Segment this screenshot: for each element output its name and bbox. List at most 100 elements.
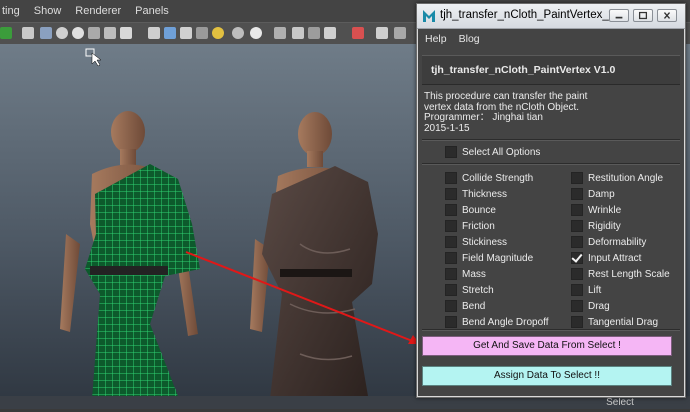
select-all-checkbox[interactable]: Select All Options <box>445 146 540 158</box>
option-checkbox[interactable]: Tangential Drag <box>571 316 658 328</box>
option-checkbox[interactable]: Friction <box>445 220 495 232</box>
checkbox-box[interactable] <box>571 236 583 248</box>
maya-menu-panels[interactable]: Panels <box>135 5 169 17</box>
option-checkbox[interactable]: Rest Length Scale <box>571 268 670 280</box>
option-checkbox[interactable]: Stickiness <box>445 236 507 248</box>
checkbox-box[interactable] <box>445 188 457 200</box>
checkbox-label: Field Magnitude <box>462 252 534 264</box>
window-titlebar[interactable]: tjh_transfer_nCloth_PaintVertex_t... <box>417 4 685 29</box>
toolbar-icon[interactable] <box>376 27 388 39</box>
description-text: This procedure can transfer the paint ve… <box>424 91 664 134</box>
programmer-line: Programmer： Jinghai tian <box>424 112 543 123</box>
shaded-character[interactable] <box>250 112 378 399</box>
tool-header: tjh_transfer_nCloth_PaintVertex V1.0 <box>422 55 680 85</box>
checkbox-box[interactable] <box>445 204 457 216</box>
separator <box>422 163 680 165</box>
option-checkbox[interactable]: Deformability <box>571 236 646 248</box>
assign-data-button[interactable]: Assign Data To Select !! <box>422 366 672 386</box>
window-menubar: Help Blog <box>418 29 684 49</box>
option-checkbox[interactable]: Field Magnitude <box>445 252 533 264</box>
toolbar-icon[interactable] <box>394 27 406 39</box>
checkbox-box[interactable] <box>571 188 583 200</box>
checkbox-box[interactable] <box>445 300 457 312</box>
toolbar-icon[interactable] <box>104 27 116 39</box>
option-checkbox[interactable]: Stretch <box>445 284 494 296</box>
checkbox-box[interactable] <box>571 300 583 312</box>
menu-help[interactable]: Help <box>425 33 447 45</box>
option-checkbox[interactable]: Input Attract <box>571 252 641 264</box>
maya-menu-lighting[interactable]: ting <box>2 5 20 17</box>
close-button[interactable] <box>657 9 677 22</box>
checkbox-label: Bend <box>462 300 486 312</box>
checkbox-box[interactable] <box>445 172 457 184</box>
toolbar-icon[interactable] <box>308 27 320 39</box>
checkbox-label: Bend Angle Dropoff <box>462 316 549 328</box>
toolbar-icon[interactable] <box>212 27 224 39</box>
wireframe-character[interactable] <box>60 111 200 399</box>
checkbox-box[interactable] <box>445 284 457 296</box>
select-cursor-icon <box>85 48 102 67</box>
option-checkbox[interactable]: Bounce <box>445 204 496 216</box>
checkbox-label: Wrinkle <box>588 204 622 216</box>
maya-menu-show[interactable]: Show <box>34 5 62 17</box>
toolbar-icon[interactable] <box>88 27 100 39</box>
option-checkbox[interactable]: Bend Angle Dropoff <box>445 316 549 328</box>
get-and-save-data-button[interactable]: Get And Save Data From Select ! <box>422 336 672 356</box>
checkbox-box[interactable] <box>445 268 457 280</box>
option-checkbox[interactable]: Mass <box>445 268 486 280</box>
toolbar-icon[interactable] <box>56 27 68 39</box>
toolbar-icon[interactable] <box>250 27 262 39</box>
toolbar-icon[interactable] <box>72 27 84 39</box>
toolbar-icon[interactable] <box>0 27 12 39</box>
checkbox-box[interactable] <box>571 204 583 216</box>
checkbox-box[interactable] <box>445 236 457 248</box>
toolbar-icon[interactable] <box>164 27 176 39</box>
checkbox-box[interactable] <box>571 268 583 280</box>
toolbar-icon[interactable] <box>352 27 364 39</box>
toolbar-icon[interactable] <box>274 27 286 39</box>
maya-select-label[interactable]: Select <box>560 397 680 409</box>
option-checkbox[interactable]: Damp <box>571 188 615 200</box>
option-checkbox[interactable]: Collide Strength <box>445 172 533 184</box>
option-checkbox[interactable]: Bend <box>445 300 485 312</box>
checkbox-box[interactable] <box>445 220 457 232</box>
toolbar-icon[interactable] <box>292 27 304 39</box>
option-checkbox[interactable]: Lift <box>571 284 601 296</box>
checkbox-box[interactable] <box>571 252 583 264</box>
toolbar-icon[interactable] <box>232 27 244 39</box>
toolbar-icon[interactable] <box>120 27 132 39</box>
checkbox-label: Select All Options <box>462 146 541 158</box>
option-checkbox[interactable]: Rigidity <box>571 220 621 232</box>
minimize-icon <box>615 16 623 19</box>
minimize-button[interactable] <box>609 9 629 22</box>
tool-title: tjh_transfer_nCloth_PaintVertex V1.0 <box>431 64 616 76</box>
maya-menu-renderer[interactable]: Renderer <box>75 5 121 17</box>
checkbox-box[interactable] <box>571 220 583 232</box>
checkbox-box[interactable] <box>571 172 583 184</box>
checkbox-label: Stretch <box>462 284 494 296</box>
toolbar-icon[interactable] <box>324 27 336 39</box>
toolbar-icon[interactable] <box>40 27 52 39</box>
separator <box>422 329 680 331</box>
checkbox-box[interactable] <box>571 284 583 296</box>
toolbar-icon[interactable] <box>180 27 192 39</box>
date-line: 2015-1-15 <box>424 122 470 134</box>
toolbar-icon[interactable] <box>22 27 34 39</box>
menu-blog[interactable]: Blog <box>459 33 480 45</box>
toolbar-icon[interactable] <box>196 27 208 39</box>
option-checkbox[interactable]: Restitution Angle <box>571 172 663 184</box>
checkbox-box[interactable] <box>445 146 457 158</box>
option-checkbox[interactable]: Thickness <box>445 188 507 200</box>
window-title: tjh_transfer_nCloth_PaintVertex_t... <box>440 9 622 21</box>
toolbar-icon[interactable] <box>148 27 160 39</box>
checkbox-box[interactable] <box>445 316 457 328</box>
checkbox-label: Input Attract <box>588 252 642 264</box>
option-checkbox[interactable]: Wrinkle <box>571 204 621 216</box>
checkbox-box[interactable] <box>571 316 583 328</box>
option-checkbox[interactable]: Drag <box>571 300 610 312</box>
maximize-button[interactable] <box>633 9 653 22</box>
checkbox-box[interactable] <box>445 252 457 264</box>
checkbox-label: Collide Strength <box>462 172 534 184</box>
description-line: This procedure can transfer the paint <box>424 91 588 102</box>
checkbox-label: Restitution Angle <box>588 172 664 184</box>
